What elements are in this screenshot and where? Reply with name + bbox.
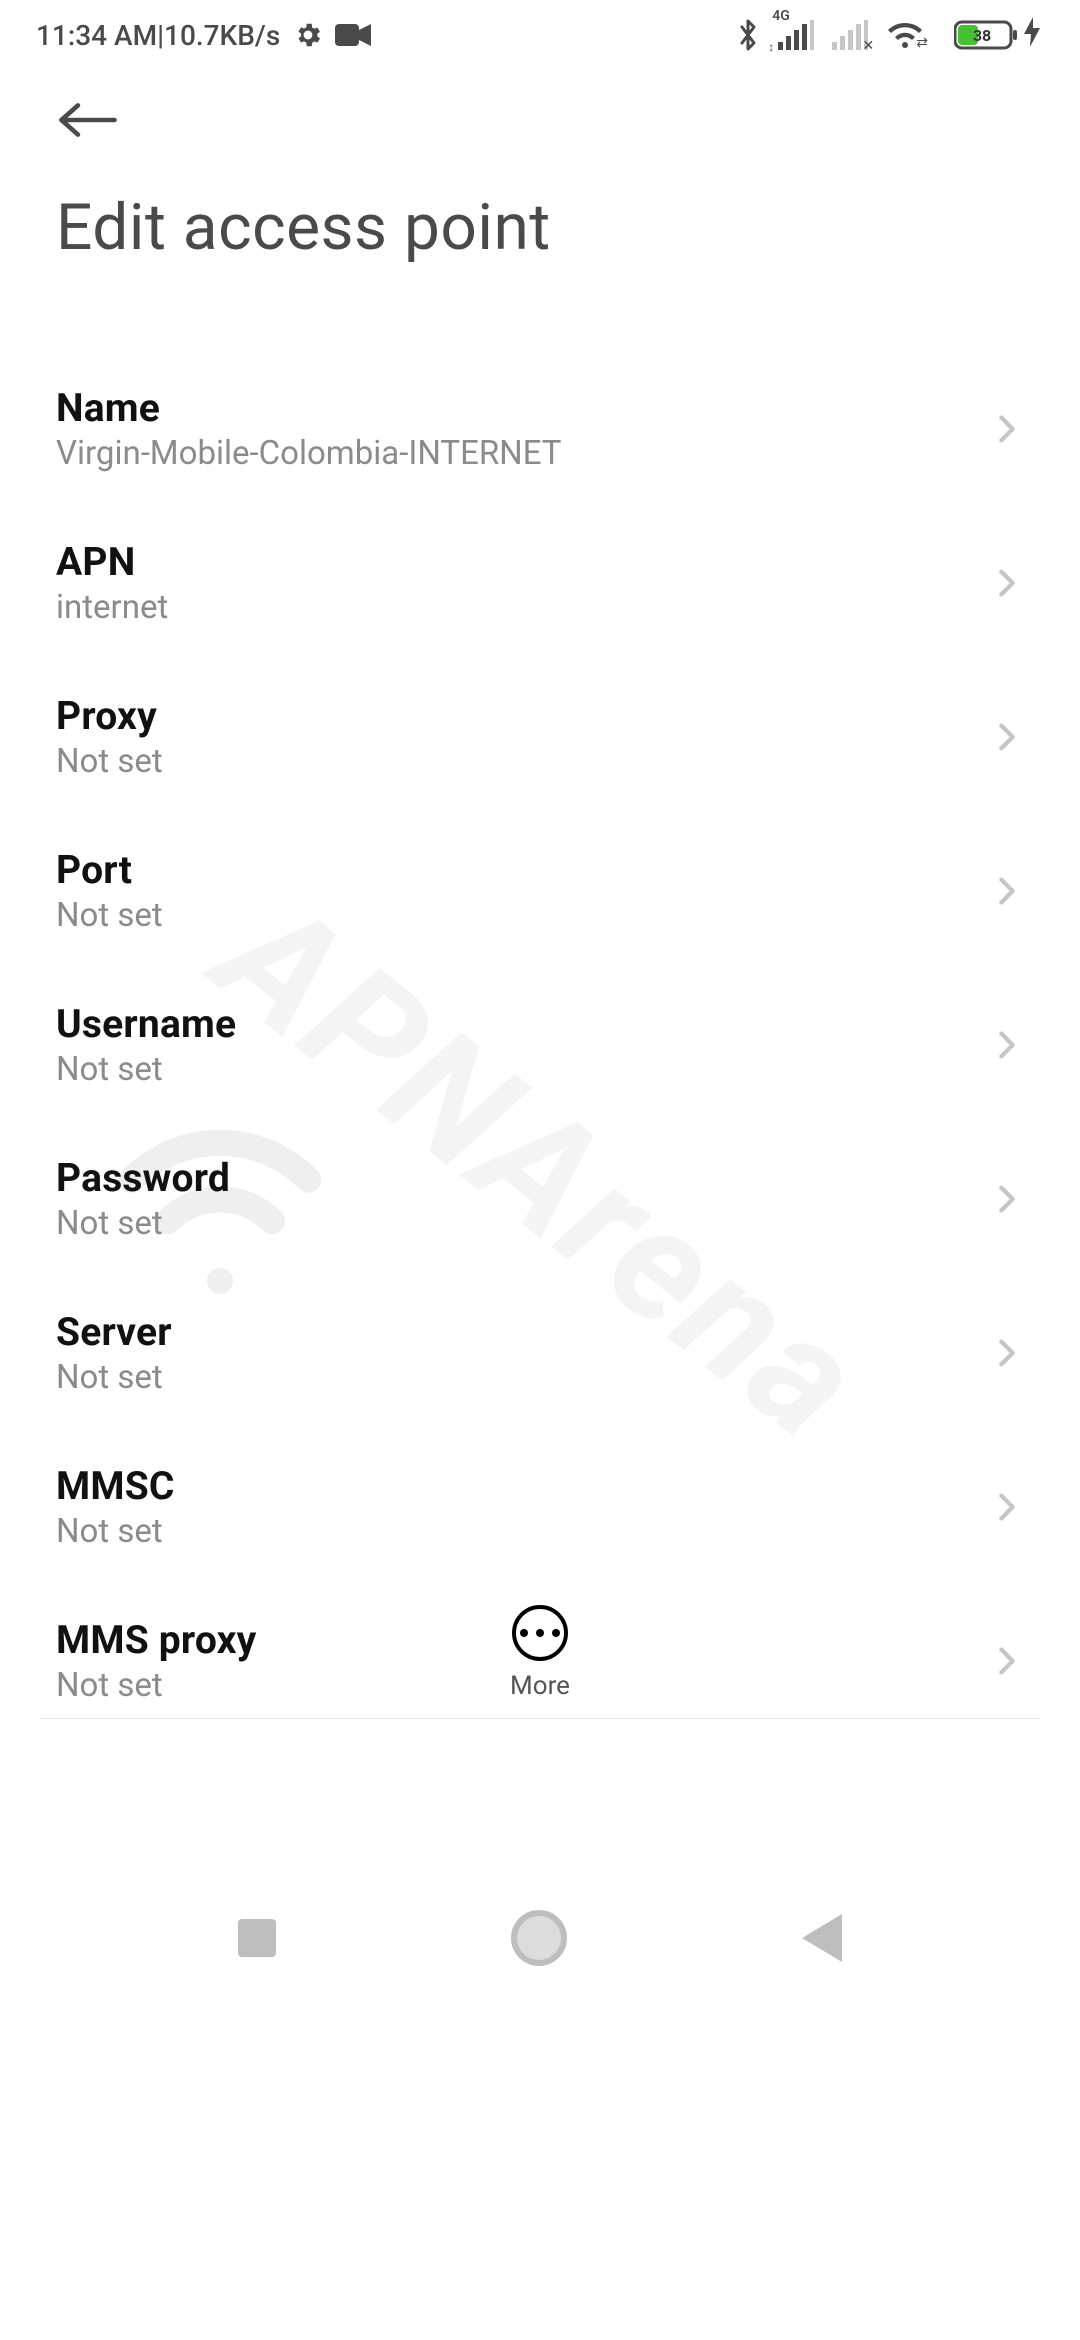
nav-home-button[interactable]: [511, 1910, 567, 1966]
bluetooth-icon: [736, 17, 760, 53]
setting-title: Name: [56, 385, 562, 431]
settings-list: Name Virgin-Mobile-Colombia-INTERNET APN…: [0, 365, 1080, 1725]
setting-title: APN: [56, 539, 168, 585]
setting-row-name[interactable]: Name Virgin-Mobile-Colombia-INTERNET: [56, 365, 1024, 493]
signal-sim2: ✕: [832, 20, 868, 50]
status-speed: 10.7KB/s: [164, 19, 280, 52]
wifi-icon: ⇄: [886, 20, 936, 50]
gear-icon: [293, 20, 323, 50]
chevron-right-icon: [990, 720, 1024, 754]
more-label: More: [510, 1671, 570, 1701]
chevron-right-icon: [990, 1336, 1024, 1370]
chevron-right-icon: [990, 874, 1024, 908]
chevron-right-icon: [990, 566, 1024, 600]
page-title: Edit access point: [56, 190, 1024, 265]
arrow-left-icon: [56, 100, 120, 140]
battery-indicator: 38: [954, 17, 1040, 54]
more-dots-icon: [512, 1605, 568, 1661]
setting-row-server[interactable]: Server Not set: [56, 1289, 1024, 1417]
setting-title: Port: [56, 847, 163, 893]
system-nav-bar: [0, 1865, 1080, 2011]
status-time: 11:34 AM: [36, 19, 157, 52]
charging-bolt-icon: [1024, 17, 1040, 54]
setting-value: internet: [56, 588, 168, 627]
chevron-right-icon: [990, 1182, 1024, 1216]
status-sep: |: [157, 19, 164, 52]
setting-title: Server: [56, 1309, 172, 1355]
setting-title: MMSC: [56, 1463, 175, 1509]
nav-recent-apps-button[interactable]: [238, 1919, 276, 1957]
setting-row-mmsc[interactable]: MMSC Not set: [56, 1443, 1024, 1571]
chevron-right-icon: [990, 412, 1024, 446]
status-bar: 11:34 AM | 10.7KB/s 4G ↕ ✕ ⇄: [0, 0, 1080, 70]
setting-row-apn[interactable]: APN internet: [56, 519, 1024, 647]
divider: [40, 1718, 1040, 1719]
battery-percent-text: 38: [973, 26, 991, 45]
setting-row-password[interactable]: Password Not set: [56, 1135, 1024, 1263]
setting-row-proxy[interactable]: Proxy Not set: [56, 673, 1024, 801]
setting-value: Not set: [56, 1204, 230, 1243]
setting-title: Password: [56, 1155, 230, 1201]
chevron-right-icon: [990, 1490, 1024, 1524]
more-button[interactable]: More: [510, 1605, 570, 1701]
chevron-right-icon: [990, 1028, 1024, 1062]
setting-title: Proxy: [56, 693, 163, 739]
setting-title: Username: [56, 1001, 236, 1047]
setting-value: Not set: [56, 1512, 175, 1551]
setting-value: Virgin-Mobile-Colombia-INTERNET: [56, 434, 562, 473]
nav-back-button[interactable]: [802, 1914, 842, 1962]
setting-row-username[interactable]: Username Not set: [56, 981, 1024, 1109]
signal-sim1: 4G ↕: [778, 20, 814, 50]
setting-value: Not set: [56, 742, 163, 781]
camera-icon: [335, 22, 371, 48]
setting-value: Not set: [56, 1358, 172, 1397]
setting-row-port[interactable]: Port Not set: [56, 827, 1024, 955]
setting-value: Not set: [56, 1050, 236, 1089]
setting-value: Not set: [56, 896, 163, 935]
back-button[interactable]: [56, 88, 120, 152]
